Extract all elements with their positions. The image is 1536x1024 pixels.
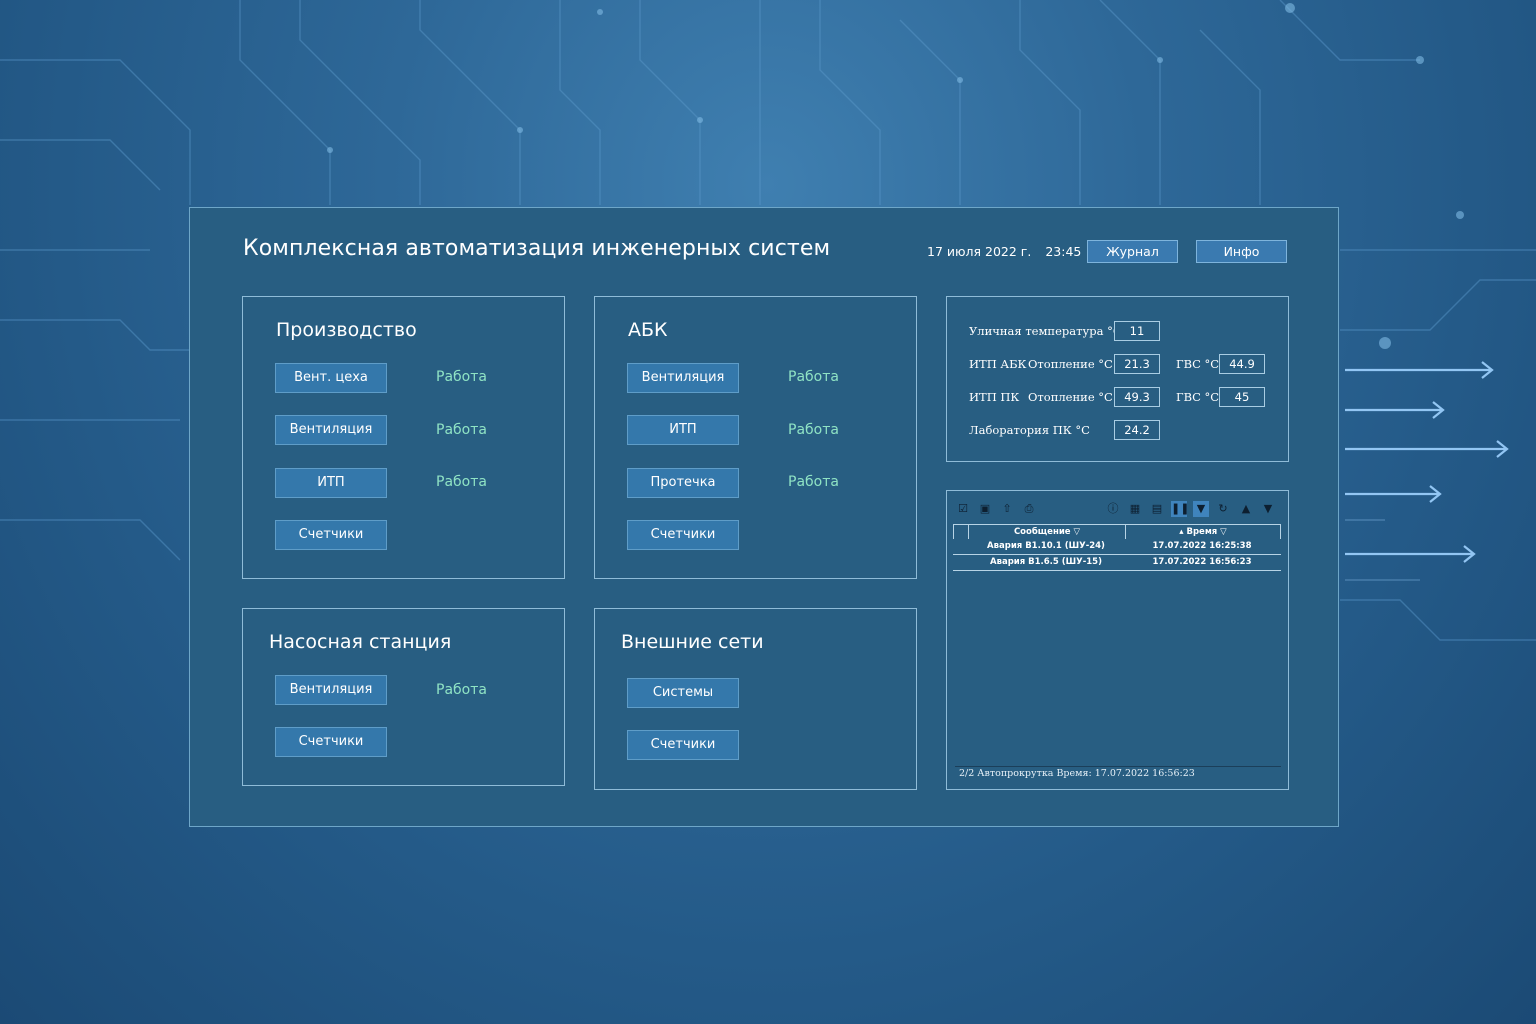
main-panel: Комплексная автоматизация инженерных сис…: [189, 207, 1339, 827]
section-title: Внешние сети: [621, 631, 764, 653]
alarm-message: Авария B1.10.1 (ШУ-24): [987, 541, 1105, 551]
status-text: Работа: [436, 474, 487, 490]
table-header: Сообщение ▽ ▴ Время ▽: [953, 524, 1281, 539]
gvs-label: ГВС °C: [1176, 357, 1220, 371]
lab-temp-value: 24.2: [1114, 420, 1160, 440]
itp-button[interactable]: ИТП: [275, 468, 387, 498]
filter-icon[interactable]: ▼: [1193, 501, 1209, 517]
section-external-networks: Внешние сети Системы Счетчики: [594, 608, 917, 790]
section-abk: АБК Вентиляция Работа ИТП Работа Протечк…: [594, 296, 917, 579]
alarm-status-bar: 2/2 Автопрокрутка Время: 17.07.2022 16:5…: [959, 768, 1195, 779]
status-text: Работа: [788, 474, 839, 490]
column-time[interactable]: ▴ Время ▽: [1126, 525, 1280, 539]
meters-button[interactable]: Счетчики: [275, 520, 387, 550]
systems-button[interactable]: Системы: [627, 678, 739, 708]
section-production: Производство Вент. цеха Работа Вентиляци…: [242, 296, 565, 579]
footer-divider: [955, 766, 1281, 767]
acknowledge-all-icon[interactable]: ▣: [977, 501, 993, 517]
pause-icon[interactable]: ❚❚: [1171, 501, 1189, 517]
alarm-table: Сообщение ▽ ▴ Время ▽ Авария B1.10.1 (ШУ…: [953, 524, 1281, 571]
outdoor-temp-value: 11: [1114, 321, 1160, 341]
table-row[interactable]: Авария B1.6.5 (ШУ-15) 17.07.2022 16:56:2…: [953, 555, 1281, 571]
itp-button[interactable]: ИТП: [627, 415, 739, 445]
section-title: Производство: [276, 319, 417, 341]
status-text: Работа: [788, 422, 839, 438]
alarm-time: 17.07.2022 16:56:23: [1152, 557, 1252, 567]
section-title: Насосная станция: [269, 631, 452, 653]
ventilation-button[interactable]: Вентиляция: [627, 363, 739, 393]
itp-pk-heating-value: 49.3: [1114, 387, 1160, 407]
scroll-up-icon[interactable]: ▲: [1238, 501, 1254, 517]
current-date: 17 июля 2022 г.: [927, 244, 1032, 259]
ventilation-button[interactable]: Вентиляция: [275, 675, 387, 705]
print-icon[interactable]: ⎙: [1021, 501, 1037, 517]
lab-temp-label: Лаборатория ПК °C: [969, 423, 1090, 437]
calendar-icon[interactable]: ▦: [1127, 501, 1143, 517]
alarm-message: Авария B1.6.5 (ШУ-15): [990, 557, 1102, 567]
heating-label: Отопление °C: [1028, 357, 1113, 371]
journal-button[interactable]: Журнал: [1087, 240, 1178, 263]
current-time: 23:45: [1045, 244, 1082, 259]
itp-pk-gvs-value: 45: [1219, 387, 1265, 407]
status-text: Работа: [436, 369, 487, 385]
date-time: 17 июля 2022 г. 23:45: [927, 244, 1095, 259]
acknowledge-icon[interactable]: ☑: [955, 501, 971, 517]
table-row[interactable]: Авария B1.10.1 (ШУ-24) 17.07.2022 16:25:…: [953, 539, 1281, 555]
section-title: АБК: [628, 319, 668, 341]
report-icon[interactable]: ▤: [1149, 501, 1165, 517]
itp-abk-gvs-value: 44.9: [1219, 354, 1265, 374]
heating-label: Отопление °C: [1028, 390, 1113, 404]
meters-button[interactable]: Счетчики: [275, 727, 387, 757]
refresh-icon[interactable]: ↻: [1215, 501, 1231, 517]
meters-button[interactable]: Счетчики: [627, 520, 739, 550]
status-text: Работа: [436, 422, 487, 438]
column-message[interactable]: Сообщение ▽: [969, 525, 1125, 539]
itp-abk-heating-value: 21.3: [1114, 354, 1160, 374]
section-pump-station: Насосная станция Вентиляция Работа Счетч…: [242, 608, 565, 786]
gvs-label: ГВС °C: [1176, 390, 1220, 404]
outdoor-temp-label: Уличная температура °C: [969, 324, 1122, 338]
readings-panel: Уличная температура °C 11 ИТП АБК Отопле…: [946, 296, 1289, 462]
leak-button[interactable]: Протечка: [627, 468, 739, 498]
vent-workshop-button[interactable]: Вент. цеха: [275, 363, 387, 393]
itp-abk-label: ИТП АБК: [969, 357, 1027, 371]
itp-pk-label: ИТП ПК: [969, 390, 1020, 404]
alarm-time: 17.07.2022 16:25:38: [1152, 541, 1252, 551]
status-text: Работа: [788, 369, 839, 385]
export-icon[interactable]: ⇧: [999, 501, 1015, 517]
info-icon[interactable]: ⓘ: [1105, 501, 1121, 517]
ventilation-button[interactable]: Вентиляция: [275, 415, 387, 445]
alarm-toolbar: ☑ ▣ ⇧ ⎙ ⓘ ▦ ▤ ❚❚ ▼ ↻ ▲ ▼: [955, 501, 1281, 519]
alarm-log-panel: ☑ ▣ ⇧ ⎙ ⓘ ▦ ▤ ❚❚ ▼ ↻ ▲ ▼ Сообщение ▽ ▴ В…: [946, 490, 1289, 790]
scroll-down-icon[interactable]: ▼: [1260, 501, 1276, 517]
page-title: Комплексная автоматизация инженерных сис…: [243, 236, 831, 261]
info-button[interactable]: Инфо: [1196, 240, 1287, 263]
meters-button[interactable]: Счетчики: [627, 730, 739, 760]
status-text: Работа: [436, 682, 487, 698]
